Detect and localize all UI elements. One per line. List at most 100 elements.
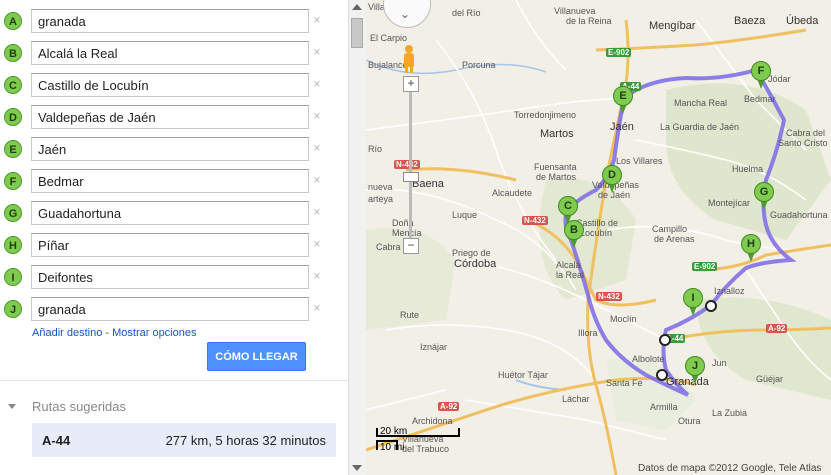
scroll-up-arrow-icon[interactable] (352, 4, 362, 10)
pan-down-chevron-icon[interactable]: ⌄ (400, 7, 410, 21)
place-label: Jódar (768, 74, 791, 84)
road-shield: N-432 (522, 216, 548, 225)
remove-waypoint-icon[interactable]: × (313, 172, 321, 187)
place-label: Luque (452, 210, 478, 220)
route-pin-i[interactable]: I (683, 288, 703, 318)
waypoint-input-e[interactable] (31, 137, 309, 161)
waypoint-input-c[interactable] (31, 73, 309, 97)
place-label: Rute (400, 310, 420, 320)
waypoint-input-d[interactable] (31, 105, 309, 129)
waypoint-row-a: A × (4, 8, 330, 34)
waypoint-input-a[interactable] (31, 9, 309, 33)
route-pin-c[interactable]: C (558, 196, 578, 226)
place-label: Armilla (650, 402, 678, 412)
get-directions-button[interactable]: CÓMO LLEGAR (207, 342, 306, 371)
place-label: La Guardia de Jaén (660, 122, 740, 132)
waypoint-row-h: H × (4, 232, 330, 258)
suggested-routes-title: Rutas sugeridas (32, 399, 126, 414)
place-label: Fuensanta (534, 162, 577, 172)
waypoint-row-j: J × (4, 296, 330, 322)
waypoint-input-j[interactable] (31, 297, 309, 321)
waypoint-marker: F (4, 172, 22, 190)
zoom-slider-thumb[interactable] (403, 172, 419, 182)
route-pin-d[interactable]: D (602, 165, 622, 195)
remove-waypoint-icon[interactable]: × (313, 204, 321, 219)
road-shield: N-432 (596, 292, 622, 301)
map-scale-bar: 20 km 10 mi (376, 426, 460, 458)
scrollbar-thumb[interactable] (351, 18, 363, 48)
place-label: Campillo (652, 224, 688, 234)
scale-km-label: 20 km (380, 426, 408, 437)
waypoint-input-h[interactable] (31, 233, 309, 257)
place-label: Los Villares (616, 156, 663, 166)
place-label: Locubín (580, 228, 613, 238)
route-via-point[interactable] (659, 334, 671, 346)
place-label: Jun (712, 358, 727, 368)
directions-links: Añadir destino - Mostrar opciones (32, 327, 196, 339)
pegman-icon[interactable] (403, 45, 415, 73)
waypoint-marker: G (4, 204, 22, 222)
place-label: La Zubia (712, 408, 748, 418)
remove-waypoint-icon[interactable]: × (313, 76, 321, 91)
place-label: Úbeda (786, 15, 819, 27)
place-label: de la Reina (566, 16, 612, 26)
route-pin-g[interactable]: G (754, 182, 774, 212)
place-label: Otura (678, 416, 701, 426)
place-label: Villanueva (554, 6, 596, 16)
waypoint-marker: I (4, 268, 22, 286)
remove-waypoint-icon[interactable]: × (313, 108, 321, 123)
place-label: Alcaudete (492, 188, 533, 198)
zoom-out-button[interactable]: − (403, 238, 419, 254)
suggested-route-item[interactable]: A-44 277 km, 5 horas 32 minutos (32, 423, 336, 457)
link-separator: - (102, 327, 113, 339)
remove-waypoint-icon[interactable]: × (313, 44, 321, 59)
waypoint-input-f[interactable] (31, 169, 309, 193)
remove-waypoint-icon[interactable]: × (313, 300, 321, 315)
add-destination-link[interactable]: Añadir destino (32, 327, 102, 339)
panel-scrollbar[interactable] (348, 0, 366, 475)
route-via-point[interactable] (705, 300, 717, 312)
waypoint-row-f: F × (4, 168, 330, 194)
waypoint-row-i: I × (4, 264, 330, 290)
collapse-triangle-icon[interactable] (8, 404, 16, 409)
route-via-point[interactable] (656, 369, 668, 381)
place-label: Baeza (734, 15, 766, 27)
zoom-slider-track[interactable] (409, 92, 412, 238)
place-label: Láchar (562, 394, 590, 404)
place-label: del Río (452, 8, 481, 18)
remove-waypoint-icon[interactable]: × (313, 12, 321, 27)
waypoint-input-i[interactable] (31, 265, 309, 289)
route-pin-j[interactable]: J (685, 356, 705, 386)
place-label: Archidona (412, 416, 453, 426)
waypoint-row-g: G × (4, 200, 330, 226)
remove-waypoint-icon[interactable]: × (313, 268, 321, 283)
waypoint-row-c: C × (4, 72, 330, 98)
place-label: Río (368, 144, 383, 154)
waypoint-input-b[interactable] (31, 41, 309, 65)
place-label: Huétor Tájar (498, 370, 548, 380)
place-label: de Martos (536, 172, 577, 182)
zoom-in-button[interactable]: + (403, 76, 419, 92)
place-label: Guadahortuna (770, 210, 828, 220)
place-label: Bedmar (744, 94, 776, 104)
remove-waypoint-icon[interactable]: × (313, 140, 321, 155)
waypoint-input-g[interactable] (31, 201, 309, 225)
directions-panel: A × B × C × D × E × F × G × H × I × (0, 0, 348, 475)
scroll-down-arrow-icon[interactable] (352, 465, 362, 471)
show-options-link[interactable]: Mostrar opciones (112, 327, 196, 339)
place-label: Torredonjimeno (514, 110, 577, 120)
road-shield: E-902 (692, 262, 718, 271)
route-name: A-44 (42, 433, 71, 448)
road-shield: E-902 (606, 48, 632, 57)
place-label: Priego de (452, 248, 491, 258)
route-pin-f[interactable]: F (751, 61, 771, 91)
map-canvas[interactable]: Villar del Río Villanueva de la Reina Me… (366, 0, 831, 475)
remove-waypoint-icon[interactable]: × (313, 236, 321, 251)
route-pin-e[interactable]: E (613, 86, 633, 116)
route-pin-h[interactable]: H (741, 234, 761, 264)
place-label: Güéjar (756, 374, 784, 384)
road-shield: N-432 (394, 160, 420, 169)
place-label: de Arenas (654, 234, 695, 244)
place-label: Jaén (610, 121, 634, 133)
waypoint-marker: B (4, 44, 22, 62)
